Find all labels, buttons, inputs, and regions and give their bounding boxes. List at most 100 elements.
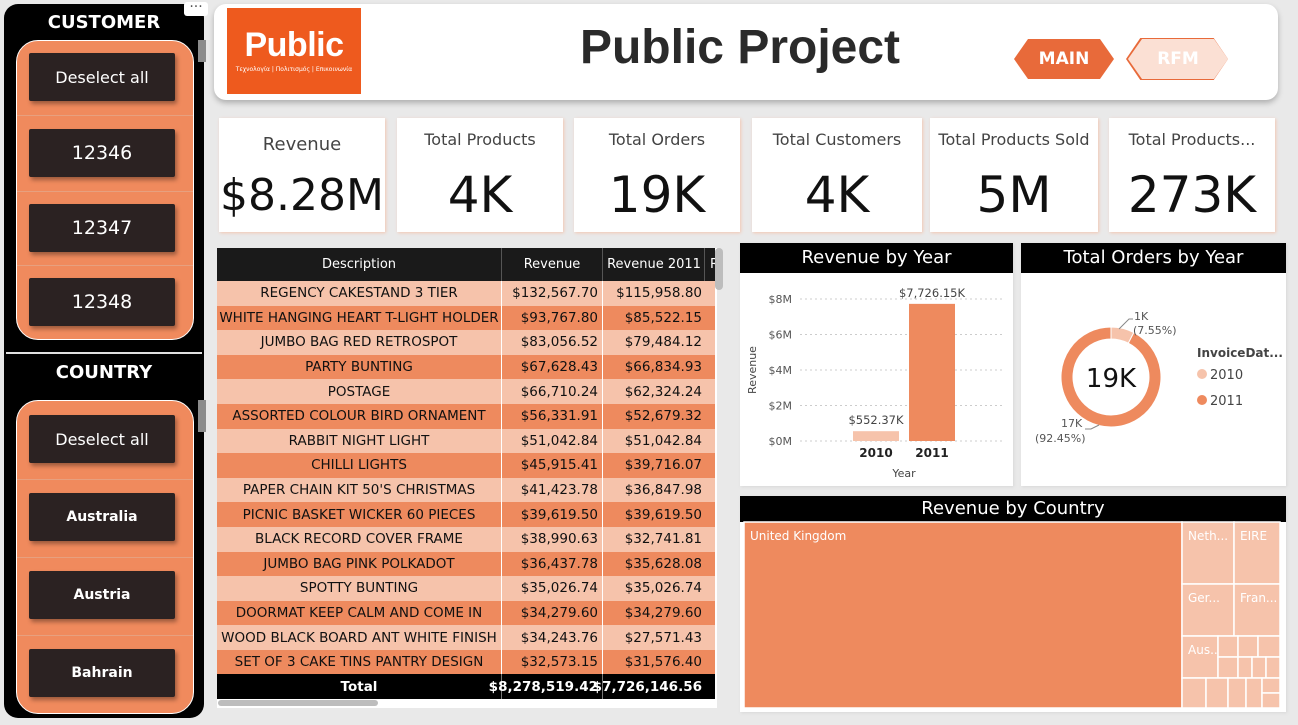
kpi-value: 4K bbox=[804, 166, 870, 224]
kpi-card-total-customers: Total Customers 4K bbox=[752, 118, 922, 232]
table-row[interactable]: DOORMAT KEEP CALM AND COME IN $34,279.60 $… bbox=[217, 600, 715, 626]
customer-slicer-list[interactable]: Deselect all 12346 12347 12348 bbox=[16, 40, 194, 340]
country-deselect-all-button[interactable]: Deselect all bbox=[29, 415, 175, 463]
cell-description: DOORMAT KEEP CALM AND COME IN bbox=[235, 605, 483, 622]
cell-revenue: $56,331.91 bbox=[501, 404, 601, 429]
cell-revenue: $36,437.78 bbox=[501, 551, 601, 577]
donut-chart-svg: 19K 1K(7.55%) 17K (92.45%) InvoiceDat... 2010… bbox=[1035, 310, 1283, 445]
cell-revenue-2011: $36,847.98 bbox=[602, 477, 702, 503]
column-header-description[interactable]: Description bbox=[217, 248, 501, 281]
total-orders-by-year-chart: Total Orders by Year 19K 1K (7.55%) 17K (92.… bbox=[1021, 243, 1286, 486]
legend-title: InvoiceDat... bbox=[1197, 346, 1283, 360]
kpi-card-total-products-sold: Total Products Sold 5M bbox=[930, 118, 1098, 232]
table-row[interactable]: CHILLI LIGHTS $45,915.41 $39,716.07 bbox=[217, 453, 715, 478]
cell-revenue-2011: $32,741.81 bbox=[602, 527, 702, 552]
tab-main[interactable]: MAIN bbox=[1014, 39, 1114, 79]
kpi-card-total-products: Total Products 4K bbox=[397, 118, 563, 232]
customer-item-12348[interactable]: 12348 bbox=[29, 278, 175, 326]
table-vertical-scrollbar[interactable] bbox=[715, 248, 723, 290]
data-label: $552.37K bbox=[848, 413, 904, 427]
divider bbox=[17, 479, 193, 480]
treemap-tile bbox=[1181, 677, 1207, 709]
y-tick-label: $8M bbox=[769, 293, 793, 306]
table-row[interactable]: PAPER CHAIN KIT 50'S CHRISTMAS $41,423.78… bbox=[217, 477, 715, 503]
cell-description: WHITE HANGING HEART T-LIGHT HOLDER bbox=[219, 309, 499, 326]
cell-description: WOOD BLACK BOARD ANT WHITE FINISH bbox=[221, 629, 497, 646]
country-slicer-title: COUNTRY bbox=[55, 362, 153, 383]
cell-description: JUMBO BAG PINK POLKADOT bbox=[263, 555, 455, 572]
y-tick-label: $6M bbox=[769, 329, 793, 342]
cell-revenue: $93,767.80 bbox=[501, 305, 601, 331]
treemap-label: Neth... bbox=[1188, 529, 1228, 543]
table-row[interactable]: REGENCY CAKESTAND 3 TIER $132,567.70 $115,… bbox=[217, 281, 715, 306]
kpi-card-revenue: Revenue $8.28M bbox=[219, 118, 385, 232]
customer-deselect-all-button[interactable]: Deselect all bbox=[29, 53, 175, 101]
treemap-svg: United Kingdom Neth... EIRE Ger... Fran... Au… bbox=[743, 521, 1281, 709]
cell-revenue: $39,619.50 bbox=[501, 502, 601, 527]
table-row[interactable]: SPOTTY BUNTING $35,026.74 $35,026.74 bbox=[217, 576, 715, 601]
kpi-value: 5M bbox=[976, 166, 1052, 224]
cell-revenue: $66,710.24 bbox=[501, 379, 601, 404]
revenue-by-year-chart: Revenue by Year $0M $2M $4M $6M $8M Revenue $5… bbox=[740, 243, 1013, 486]
cell-description: SET OF 3 CAKE TINS PANTRY DESIGN bbox=[234, 654, 484, 671]
customer-scrollbar[interactable] bbox=[198, 40, 206, 62]
tab-rfm[interactable]: RFM bbox=[1128, 39, 1228, 79]
cell-revenue: $132,567.70 bbox=[501, 281, 601, 306]
more-options-icon[interactable]: ··· bbox=[184, 0, 208, 16]
country-item-australia[interactable]: Australia bbox=[29, 493, 175, 541]
cell-revenue: $41,423.78 bbox=[501, 477, 601, 503]
table-row[interactable]: SET OF 3 CAKE TINS PANTRY DESIGN $32,573.… bbox=[217, 650, 715, 675]
table-horizontal-scrollbar[interactable] bbox=[218, 700, 378, 706]
table-row[interactable]: PICNIC BASKET WICKER 60 PIECES $39,619.50… bbox=[217, 502, 715, 527]
table-row[interactable]: ASSORTED COLOUR BIRD ORNAMENT $56,331.91 $… bbox=[217, 404, 715, 429]
cell-revenue-2011: $115,958.80 bbox=[602, 281, 702, 306]
logo-wordmark: Public bbox=[244, 26, 344, 64]
table-row[interactable]: JUMBO BAG PINK POLKADOT $36,437.78 $35,628… bbox=[217, 551, 715, 577]
treemap-tile bbox=[1257, 635, 1281, 658]
country-slicer-list[interactable]: Deselect all Australia Austria Bahrain bbox=[16, 400, 194, 714]
customer-item-12347[interactable]: 12347 bbox=[29, 204, 175, 252]
cell-revenue-2011: $34,279.60 bbox=[602, 600, 702, 626]
bar bbox=[853, 431, 899, 441]
divider bbox=[17, 557, 193, 558]
cell-revenue-2011: $35,026.74 bbox=[602, 576, 702, 601]
table-row[interactable]: BLACK RECORD COVER FRAME $38,990.63 $32,74… bbox=[217, 527, 715, 552]
table-row[interactable]: PARTY BUNTING $67,628.43 $66,834.93 bbox=[217, 354, 715, 380]
total-revenue: $8,278,519.42 bbox=[489, 674, 601, 699]
country-item-bahrain[interactable]: Bahrain bbox=[29, 649, 175, 697]
treemap-tile bbox=[1227, 677, 1247, 709]
public-logo: Public Τεχνολογία | Πολιτισμός | Επικοιν… bbox=[227, 8, 361, 94]
country-scrollbar[interactable] bbox=[198, 400, 206, 432]
product-revenue-table: Description ▼ Revenue Revenue 2011 R REG… bbox=[217, 248, 717, 708]
treemap-label: Fran... bbox=[1240, 591, 1277, 605]
column-header-revenue-2011[interactable]: Revenue 2011 bbox=[602, 248, 705, 281]
customer-item-12346[interactable]: 12346 bbox=[29, 129, 175, 177]
callout-line bbox=[1085, 424, 1100, 430]
column-header-truncated[interactable]: R bbox=[704, 248, 715, 281]
treemap-tile bbox=[1205, 677, 1229, 709]
divider bbox=[17, 635, 193, 636]
cell-description: PICNIC BASKET WICKER 60 PIECES bbox=[242, 506, 476, 523]
cell-revenue: $32,573.15 bbox=[501, 650, 601, 675]
cell-revenue: $34,243.76 bbox=[501, 625, 601, 650]
slice-pct-label: (7.55%) bbox=[1133, 324, 1177, 337]
treemap-tile bbox=[1245, 677, 1263, 709]
treemap-tile bbox=[743, 521, 1183, 709]
bar-chart-svg: $0M $2M $4M $6M $8M Revenue $552.37K 2010 $7,726… bbox=[746, 286, 1005, 480]
cell-description: BLACK RECORD COVER FRAME bbox=[255, 531, 463, 548]
cell-description: PARTY BUNTING bbox=[305, 359, 413, 376]
treemap-tile bbox=[1261, 677, 1281, 694]
table-row[interactable]: WOOD BLACK BOARD ANT WHITE FINISH $34,243… bbox=[217, 625, 715, 650]
country-item-austria[interactable]: Austria bbox=[29, 571, 175, 619]
column-header-revenue[interactable]: Revenue bbox=[501, 248, 602, 281]
cell-description: POSTAGE bbox=[327, 383, 391, 400]
kpi-label: Revenue bbox=[262, 134, 342, 155]
table-row[interactable]: POSTAGE $66,710.24 $62,324.24 bbox=[217, 379, 715, 404]
divider bbox=[17, 191, 193, 192]
cell-description: RABBIT NIGHT LIGHT bbox=[288, 432, 430, 449]
table-row[interactable]: RABBIT NIGHT LIGHT $51,042.84 $51,042.84 bbox=[217, 428, 715, 454]
table-row[interactable]: JUMBO BAG RED RETROSPOT $83,056.52 $79,484… bbox=[217, 330, 715, 355]
table-row[interactable]: WHITE HANGING HEART T-LIGHT HOLDER $93,76… bbox=[217, 305, 715, 331]
callout-line bbox=[1118, 318, 1133, 330]
cell-revenue: $35,026.74 bbox=[501, 576, 601, 601]
